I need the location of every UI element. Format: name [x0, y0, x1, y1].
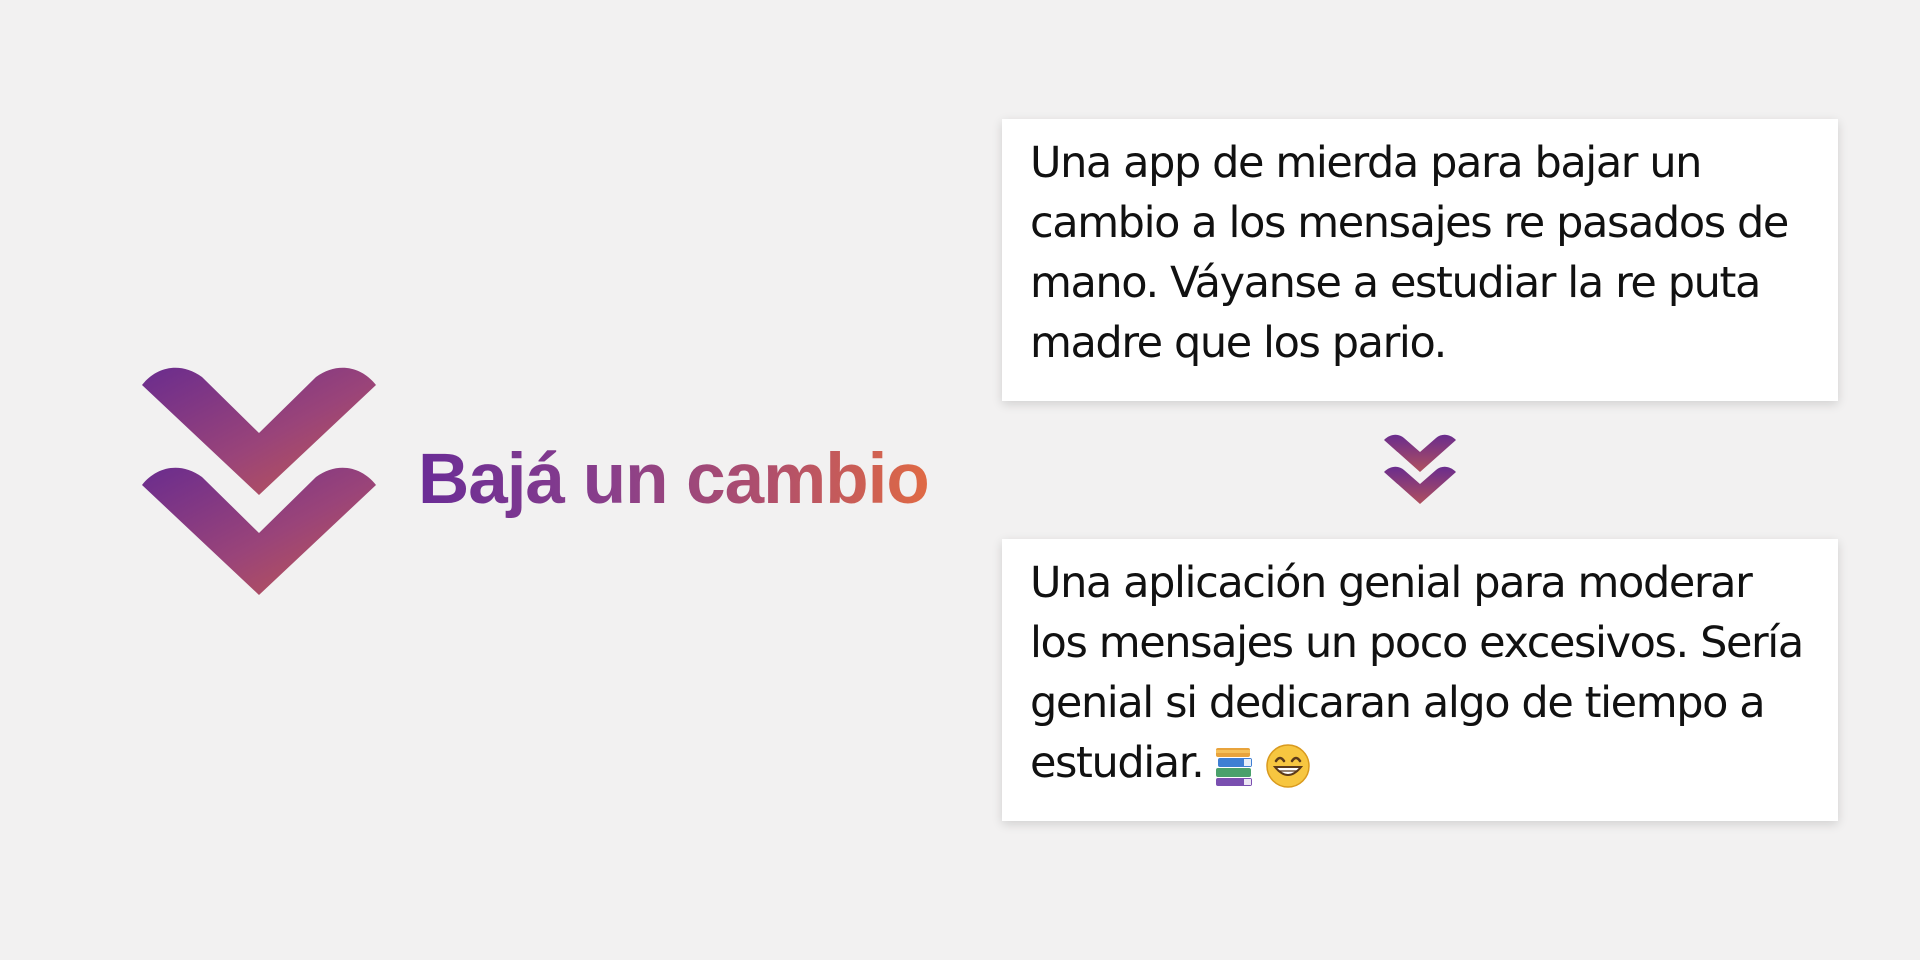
- grinning-face-icon: [1266, 743, 1311, 788]
- books-icon: [1216, 747, 1253, 786]
- original-message-text: Una app de mierda para bajar un cambio a…: [1030, 138, 1789, 368]
- transform-arrow-icon: [1384, 434, 1456, 504]
- rewritten-message-text: Una aplicación genial para moderar los m…: [1030, 558, 1804, 788]
- original-message-card: Una app de mierda para bajar un cambio a…: [1002, 119, 1838, 401]
- rewritten-message-card: Una aplicación genial para moderar los m…: [1002, 539, 1838, 821]
- rewritten-message-paragraph: Una aplicación genial para moderar los m…: [1030, 553, 1814, 793]
- brand-name: Bajá un cambio: [418, 440, 930, 519]
- double-chevron-down-icon: [142, 367, 376, 595]
